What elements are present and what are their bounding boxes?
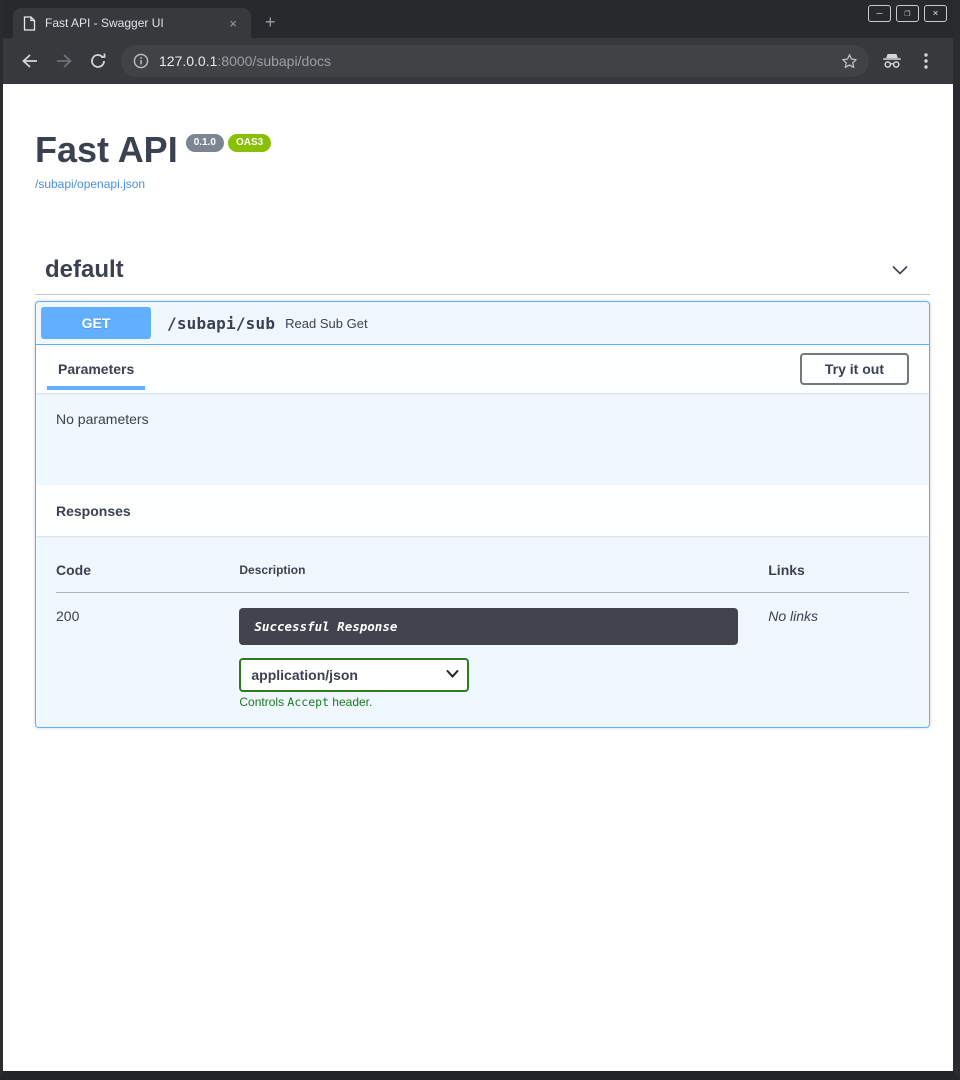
bookmark-star-icon[interactable] xyxy=(835,47,863,75)
address-bar[interactable]: 127.0.0.1:8000/subapi/docs xyxy=(121,45,869,77)
url-text[interactable]: 127.0.0.1:8000/subapi/docs xyxy=(159,53,835,69)
site-info-icon[interactable] xyxy=(133,53,149,69)
browser-toolbar: 127.0.0.1:8000/subapi/docs xyxy=(3,38,953,84)
response-status-code: 200 xyxy=(56,593,239,710)
page-title: Fast API xyxy=(35,132,178,168)
response-description-box: Successful Response xyxy=(239,608,738,645)
media-type-control: application/json Controls Accept header. xyxy=(239,658,768,709)
page-favicon-icon xyxy=(23,16,36,31)
openapi-spec-link[interactable]: /subapi/openapi.json xyxy=(35,177,145,191)
responses-title: Responses xyxy=(56,503,131,519)
parameters-section-header: Parameters Try it out xyxy=(36,345,929,393)
accept-header-note: Controls Accept header. xyxy=(239,695,768,709)
responses-body: Code Description Links 200 Successful Re… xyxy=(36,536,929,727)
tab-parameters[interactable]: Parameters xyxy=(56,361,136,377)
responses-table: Code Description Links 200 Successful Re… xyxy=(56,548,909,709)
tag-name: default xyxy=(45,256,124,284)
column-header-code: Code xyxy=(56,548,239,593)
api-title-row: Fast API 0.1.0 OAS3 xyxy=(35,132,930,168)
api-info: Fast API 0.1.0 OAS3 /subapi/openapi.json xyxy=(35,84,930,193)
responses-table-header-row: Code Description Links xyxy=(56,548,909,593)
operation-summary[interactable]: GET /subapi/sub Read Sub Get xyxy=(36,302,929,345)
media-type-select[interactable]: application/json xyxy=(239,658,469,692)
version-badge: 0.1.0 xyxy=(186,134,224,152)
no-parameters-text: No parameters xyxy=(56,411,149,427)
new-tab-icon[interactable]: + xyxy=(265,13,276,31)
operation-description: Read Sub Get xyxy=(285,316,367,331)
url-path: :8000/subapi/docs xyxy=(217,53,331,69)
maximize-icon[interactable]: ❐ xyxy=(896,5,919,22)
operation-block-get: GET /subapi/sub Read Sub Get Parameters … xyxy=(35,301,930,728)
window-controls: – ❐ × xyxy=(868,5,947,22)
no-links-text: No links xyxy=(768,608,818,624)
column-header-links: Links xyxy=(768,548,909,593)
column-header-description: Description xyxy=(239,548,768,593)
parameters-body: No parameters xyxy=(36,393,929,485)
swagger-page: Fast API 0.1.0 OAS3 /subapi/openapi.json… xyxy=(3,84,953,1071)
reload-icon[interactable] xyxy=(81,44,115,78)
operation-path: /subapi/sub xyxy=(151,314,285,333)
tab-strip: Fast API - Swagger UI × + – ❐ × xyxy=(3,0,953,38)
browser-tab[interactable]: Fast API - Swagger UI × xyxy=(13,8,251,38)
url-host: 127.0.0.1 xyxy=(159,53,217,69)
responses-section-header: Responses xyxy=(36,485,929,536)
http-method-badge: GET xyxy=(41,307,151,339)
tab-close-icon[interactable]: × xyxy=(225,16,241,31)
minimize-icon[interactable]: – xyxy=(868,5,891,22)
forward-icon[interactable] xyxy=(47,44,81,78)
tag-section-header[interactable]: default xyxy=(35,246,930,295)
response-row-200: 200 Successful Response application/json xyxy=(56,593,909,710)
tab-title: Fast API - Swagger UI xyxy=(45,16,225,30)
incognito-icon xyxy=(875,44,909,78)
close-icon[interactable]: × xyxy=(924,5,947,22)
back-icon[interactable] xyxy=(13,44,47,78)
oas3-badge: OAS3 xyxy=(228,134,271,152)
menu-dots-icon[interactable] xyxy=(909,44,943,78)
try-it-out-button[interactable]: Try it out xyxy=(800,353,909,385)
browser-window: Fast API - Swagger UI × + – ❐ × 127.0.0.… xyxy=(0,0,960,1080)
chevron-down-icon[interactable] xyxy=(890,260,910,280)
